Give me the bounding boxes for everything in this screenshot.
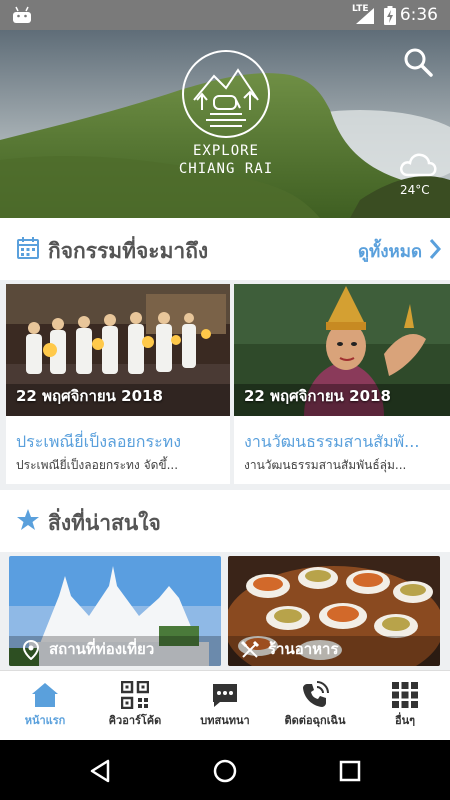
nav-qr-code[interactable]: คิวอาร์โค้ด	[90, 671, 180, 741]
star-icon	[17, 509, 39, 530]
event-title: ประเพณียี่เป็งลอยกระทง	[16, 432, 182, 451]
nav-label: ติดต่อฉุกเฉิน	[284, 714, 346, 727]
recents-icon[interactable]	[337, 758, 363, 784]
logo-text: EXPLORE CHIANG RAI	[160, 142, 292, 178]
nav-home[interactable]: หน้าแรก	[0, 671, 90, 741]
chevron-right-icon[interactable]	[428, 238, 442, 260]
nav-more[interactable]: อื่นๆ	[360, 671, 450, 741]
events-section-title: กิจกรรมที่จะมาถึง	[48, 239, 209, 263]
restaurants-tile[interactable]: ร้านอาหาร	[228, 556, 440, 666]
grid-icon	[392, 682, 418, 708]
android-icon	[13, 6, 31, 23]
status-time: 6:36	[399, 5, 438, 25]
battery-charging-icon	[384, 6, 396, 25]
system-navigation-bar	[0, 740, 450, 800]
attractions-grid: สถานที่ท่องเที่ยว ร้านอาหาร	[0, 552, 450, 670]
qr-code-icon	[121, 681, 149, 709]
event-date: 22 พฤศจิกายน 2018	[244, 387, 391, 405]
attractions-section-header: สิ่งที่น่าสนใจ	[0, 490, 450, 552]
explore-chiang-rai-logo	[182, 50, 270, 138]
phone-icon	[303, 681, 329, 707]
tile-label: สถานที่ท่องเที่ยว	[49, 640, 155, 658]
see-all-events-link[interactable]: ดูทั้งหมด	[358, 238, 422, 265]
event-title: งานวัฒนธรรมสานสัมพั...	[244, 432, 420, 451]
logo-line-1: EXPLORE	[192, 143, 259, 159]
temperature-readout: 24°C	[400, 183, 430, 197]
signal-icon	[356, 8, 374, 24]
search-icon[interactable]	[402, 46, 434, 78]
nav-label: อื่นๆ	[394, 714, 416, 727]
hero-banner: EXPLORE CHIANG RAI 24°C	[0, 30, 450, 218]
event-photo-thai-dancer: 22 พฤศจิกายน 2018	[234, 284, 450, 416]
events-carousel: 22 พฤศจิกายน 2018 ประเพณียี่เป็งลอยกระทง…	[0, 280, 450, 490]
tourist-places-tile[interactable]: สถานที่ท่องเที่ยว	[9, 556, 221, 666]
home-button-icon[interactable]	[212, 758, 238, 784]
event-photo-lantern-procession: 22 พฤศจิกายน 2018	[6, 284, 230, 416]
event-description: งานวัฒนธรรมสานสัมพันธ์ลุ่ม...	[244, 458, 407, 472]
utensils-icon	[240, 640, 260, 658]
nav-label: บทสนทนา	[200, 714, 250, 727]
tile-label: ร้านอาหาร	[268, 640, 339, 658]
status-bar: LTE 6:36	[0, 0, 450, 30]
nav-label: คิวอาร์โค้ด	[108, 714, 162, 727]
nav-label: หน้าแรก	[24, 714, 66, 727]
attractions-section-title: สิ่งที่น่าสนใจ	[48, 511, 161, 535]
back-icon[interactable]	[88, 758, 114, 784]
cloud-icon	[400, 153, 437, 177]
event-date: 22 พฤศจิกายน 2018	[16, 387, 163, 405]
bottom-navigation: หน้าแรก คิวอาร์โค้ด บทสนทนา ติดต่อฉุกเฉิ…	[0, 670, 450, 740]
home-icon	[32, 683, 58, 707]
events-section-header: กิจกรรมที่จะมาถึง ดูทั้งหมด	[0, 218, 450, 280]
event-card[interactable]: 22 พฤศจิกายน 2018 ประเพณียี่เป็งลอยกระทง…	[6, 284, 230, 484]
event-card[interactable]: 22 พฤศจิกายน 2018 งานวัฒนธรรมสานสัมพั...…	[234, 284, 450, 484]
map-pin-icon	[22, 640, 40, 660]
chat-icon	[213, 684, 237, 707]
event-description: ประเพณียี่เป็งลอยกระทง จัดขึ้...	[16, 458, 179, 472]
nav-emergency-contact[interactable]: ติดต่อฉุกเฉิน	[270, 671, 360, 741]
nav-chat[interactable]: บทสนทนา	[180, 671, 270, 741]
logo-line-2: CHIANG RAI	[178, 161, 274, 177]
calendar-icon	[17, 237, 39, 259]
